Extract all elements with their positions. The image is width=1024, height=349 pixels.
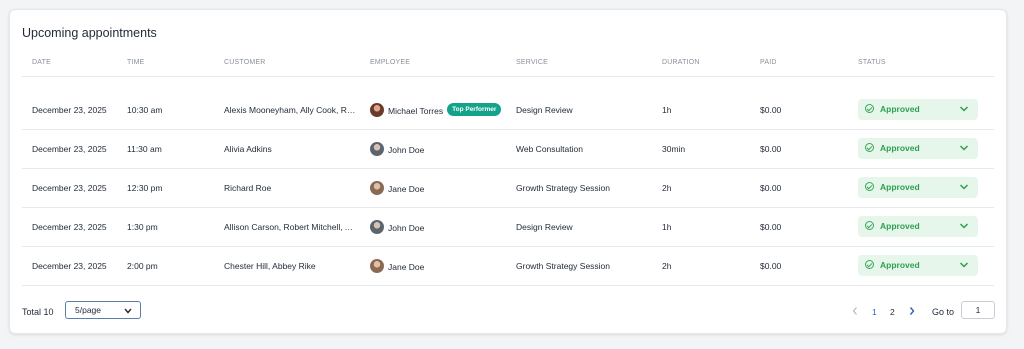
status-label: Approved xyxy=(880,182,920,192)
page-size-select[interactable]: 5/page xyxy=(65,301,141,319)
appointments-card: Upcoming appointments DATE TIME CUSTOMER… xyxy=(9,9,1007,334)
cell-duration: 1h xyxy=(662,105,672,115)
cell-time: 11:30 am xyxy=(127,144,162,154)
cell-paid: $0.00 xyxy=(760,222,782,232)
table-row: December 23, 2025 12:30 pm Richard Roe Jane… xyxy=(22,169,994,208)
cell-service: Growth Strategy Session xyxy=(516,261,611,271)
status-label: Approved xyxy=(880,221,920,231)
chevron-down-icon xyxy=(959,184,969,190)
column-header-date: DATE xyxy=(32,59,51,66)
cell-date: December 23, 2025 xyxy=(32,222,107,232)
cell-paid: $0.00 xyxy=(760,105,782,115)
chevron-right-icon[interactable] xyxy=(907,305,917,317)
cell-employee: Jane Doe xyxy=(370,169,510,207)
cell-employee: Michael Torres Top Performer xyxy=(370,91,510,129)
cell-date: December 23, 2025 xyxy=(32,183,107,193)
chevron-down-icon xyxy=(959,145,969,151)
check-circle-icon xyxy=(865,221,874,230)
chevron-left-icon[interactable] xyxy=(850,305,860,317)
cell-customer: Alivia Adkins xyxy=(224,144,272,154)
column-header-time: TIME xyxy=(127,59,145,66)
avatar xyxy=(370,141,384,156)
cell-duration: 2h xyxy=(662,183,672,193)
status-label: Approved xyxy=(880,260,920,270)
status-label: Approved xyxy=(880,104,920,114)
cell-customer: Allison Carson, Robert Mitchell, A... xyxy=(224,222,356,232)
page-2-button[interactable]: 2 xyxy=(890,307,895,317)
column-header-duration: DURATION xyxy=(662,59,700,66)
table-header: DATE TIME CUSTOMER EMPLOYEE SERVICE DURA… xyxy=(22,57,994,77)
employee-name: John Doe xyxy=(388,144,425,155)
avatar xyxy=(370,180,384,195)
cell-time: 10:30 am xyxy=(127,105,163,115)
avatar xyxy=(370,102,384,117)
cell-customer: Alexis Mooneyham, Ally Cook, Ro... xyxy=(224,105,356,115)
cell-time: 2:00 pm xyxy=(127,261,158,271)
check-circle-icon xyxy=(865,260,874,269)
cell-paid: $0.00 xyxy=(760,144,782,154)
status-dropdown[interactable]: Approved xyxy=(858,255,978,276)
column-header-status: STATUS xyxy=(858,59,886,66)
page-size-value: 5/page xyxy=(75,305,101,315)
cell-service: Design Review xyxy=(516,105,573,115)
cell-customer: Richard Roe xyxy=(224,183,272,193)
table-row: December 23, 2025 1:30 pm Allison Carson, … xyxy=(22,208,994,247)
column-header-employee: EMPLOYEE xyxy=(370,59,411,66)
column-header-paid: PAID xyxy=(760,59,777,66)
cell-customer: Chester Hill, Abbey Rike xyxy=(224,261,316,271)
avatar xyxy=(370,258,384,273)
cell-service: Growth Strategy Session xyxy=(516,183,611,193)
cell-employee: John Doe xyxy=(370,130,510,168)
employee-name: Jane Doe xyxy=(388,183,425,194)
cell-employee: Jane Doe xyxy=(370,247,510,285)
status-dropdown[interactable]: Approved xyxy=(858,216,978,237)
card-title: Upcoming appointments xyxy=(22,26,157,40)
check-circle-icon xyxy=(865,182,874,191)
check-circle-icon xyxy=(865,143,874,152)
avatar xyxy=(370,219,384,234)
cell-duration: 2h xyxy=(662,261,672,271)
cell-duration: 1h xyxy=(662,222,672,232)
status-dropdown[interactable]: Approved xyxy=(858,177,978,198)
total-count: Total 10 xyxy=(22,307,54,317)
column-header-service: SERVICE xyxy=(516,59,549,66)
goto-label: Go to xyxy=(932,307,955,317)
status-dropdown[interactable]: Approved xyxy=(858,138,978,159)
chevron-down-icon xyxy=(959,106,969,112)
employee-name: John Doe xyxy=(388,222,425,233)
cell-time: 1:30 pm xyxy=(127,222,158,232)
chevron-down-icon xyxy=(124,308,132,314)
cell-paid: $0.00 xyxy=(760,261,782,271)
goto-page-input[interactable] xyxy=(961,301,995,319)
cell-paid: $0.00 xyxy=(760,183,782,193)
check-circle-icon xyxy=(865,104,874,113)
employee-name: Michael Torres xyxy=(388,105,444,116)
column-header-customer: CUSTOMER xyxy=(224,59,266,66)
cell-date: December 23, 2025 xyxy=(32,105,107,115)
employee-name: Jane Doe xyxy=(388,261,425,272)
cell-service: Web Consultation xyxy=(516,144,583,154)
cell-time: 12:30 pm xyxy=(127,183,163,193)
table-row: December 23, 2025 2:00 pm Chester Hill, Ab… xyxy=(22,247,994,286)
cell-employee: John Doe xyxy=(370,208,510,246)
cell-duration: 30min xyxy=(662,144,686,154)
chevron-down-icon xyxy=(959,223,969,229)
page-1-button[interactable]: 1 xyxy=(872,307,877,317)
cell-date: December 23, 2025 xyxy=(32,144,107,154)
cell-date: December 23, 2025 xyxy=(32,261,107,271)
status-dropdown[interactable]: Approved xyxy=(858,99,978,120)
chevron-down-icon xyxy=(959,262,969,268)
table-row: December 23, 2025 11:30 am Alivia Adkins Jo… xyxy=(22,130,994,169)
status-label: Approved xyxy=(880,143,920,153)
cell-service: Design Review xyxy=(516,222,573,232)
table-row: December 23, 2025 10:30 am Alexis Mooneyha… xyxy=(22,91,994,130)
top-performer-badge: Top Performer xyxy=(447,103,502,117)
